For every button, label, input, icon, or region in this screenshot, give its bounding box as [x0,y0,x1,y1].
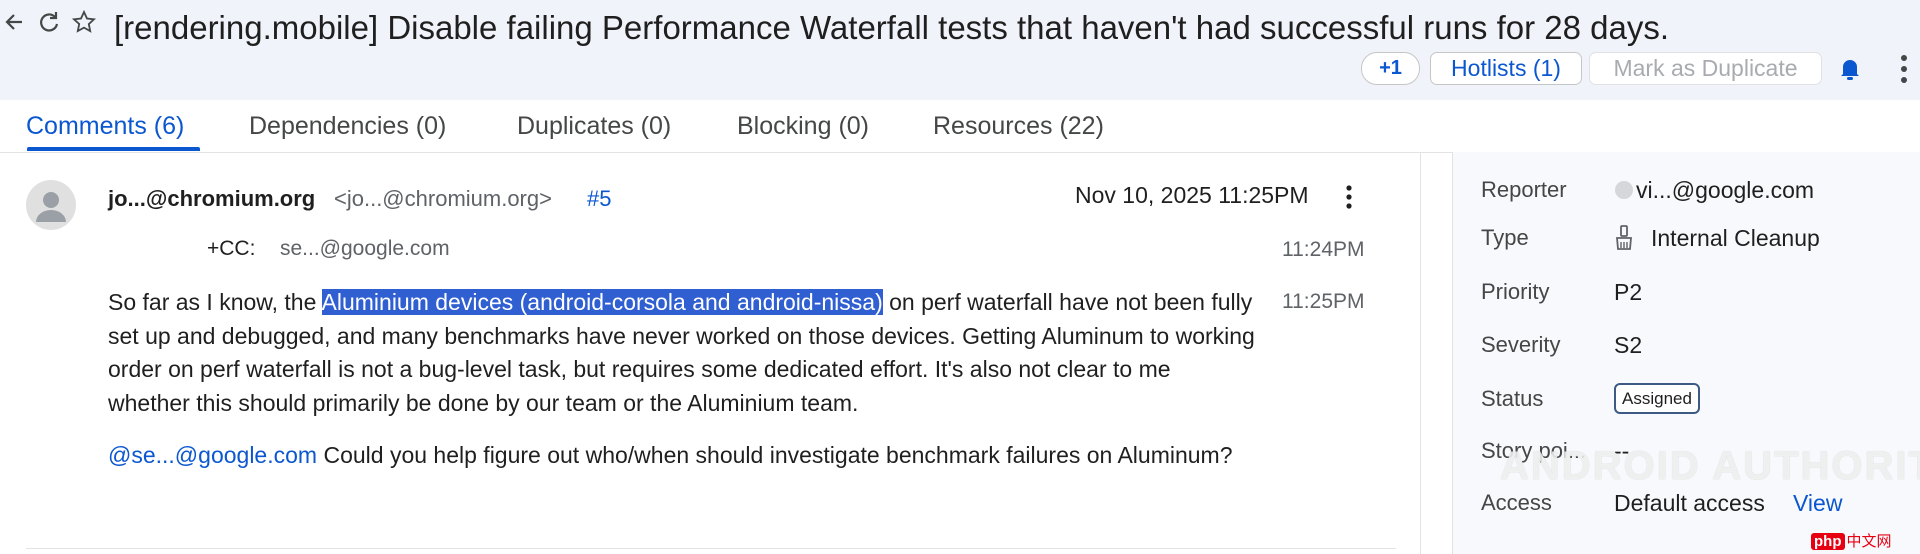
reporter-avatar [1615,181,1633,199]
issue-title: [rendering.mobile] Disable failing Perfo… [114,9,1670,46]
cleanup-icon [1615,225,1633,251]
selected-text-highlight: Aluminium devices (android-corsola and a… [321,289,883,315]
plus-one-button[interactable]: +1 [1361,52,1420,85]
active-tab-indicator [27,147,200,151]
back-arrow-icon[interactable] [4,10,24,42]
type-label: Type [1481,225,1529,250]
avatar [26,180,76,230]
watermark: ANDROID AUTHORITY [1500,444,1920,488]
comment-divider [26,548,1396,549]
refresh-icon[interactable] [38,10,60,42]
cc-label: +CC: [207,237,256,260]
scrollbar-track[interactable] [1420,152,1421,554]
comment-body-followup: @se...@google.com Could you help figure … [108,439,1258,473]
mention-link[interactable]: @se...@google.com [108,442,317,468]
body-text-pre: So far as I know, the [108,289,322,315]
cc-timestamp: 11:24PM [1282,238,1365,261]
tab-duplicates[interactable]: Duplicates (0) [517,110,671,142]
comment-more-icon[interactable] [1345,185,1353,209]
hotlists-button[interactable]: Hotlists (1) [1430,52,1582,85]
status-label: Status [1481,386,1544,411]
type-value[interactable]: Internal Cleanup [1651,223,1820,253]
tab-resources[interactable]: Resources (22) [933,110,1104,142]
comment-author-email: <jo...@chromium.org> [334,186,552,211]
comment-date: Nov 10, 2025 11:25PM [1075,182,1309,208]
access-value: Default access [1614,490,1765,516]
cc-value: se...@google.com [280,237,450,260]
comment-body: So far as I know, the Aluminium devices … [108,286,1258,420]
priority-label: Priority [1481,279,1550,304]
access-label: Access [1481,490,1552,515]
corner-logo: php 中文网 [1811,530,1892,551]
tab-blocking[interactable]: Blocking (0) [737,110,869,142]
tab-dependencies[interactable]: Dependencies (0) [249,110,446,142]
severity-value[interactable]: S2 [1614,330,1642,360]
status-badge[interactable]: Assigned [1614,383,1700,414]
panel-divider [1452,152,1453,554]
comment-number-link[interactable]: #5 [587,184,611,214]
access-view-link[interactable]: View [1793,488,1842,518]
corner-logo-text: 中文网 [1846,533,1892,550]
reporter-label: Reporter [1481,177,1567,202]
followup-text: Could you help figure out who/when shoul… [317,442,1233,468]
body-timestamp: 11:25PM [1282,290,1365,313]
mark-duplicate-button[interactable]: Mark as Duplicate [1589,52,1822,85]
severity-label: Severity [1481,332,1561,357]
priority-value[interactable]: P2 [1614,277,1642,307]
tab-comments[interactable]: Comments (6) [26,110,184,142]
reporter-value[interactable]: vi...@google.com [1636,175,1814,205]
bell-icon[interactable] [1838,56,1862,82]
comment-author[interactable]: jo...@chromium.org [108,184,315,214]
star-icon[interactable] [71,9,97,43]
corner-logo-badge: php [1811,533,1845,550]
more-options-icon[interactable] [1900,54,1908,84]
